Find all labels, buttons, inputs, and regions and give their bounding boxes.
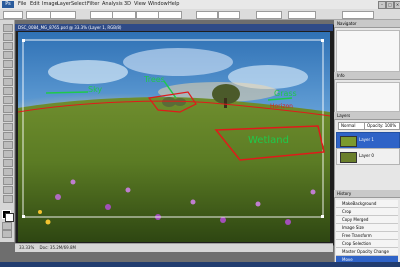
menu-3d[interactable]: 3D (124, 1, 131, 8)
tree (174, 98, 186, 106)
navigator-tab[interactable]: Navigator (334, 20, 400, 28)
document-tab[interactable]: DSC_0084_MG_8765.psd @ 33.3% (Layer 1, R… (15, 24, 333, 31)
history-item[interactable]: Master Opacity Change (336, 248, 398, 256)
option-field-6[interactable] (158, 11, 182, 19)
option-field-3[interactable] (90, 11, 114, 19)
layer-thumbnail (340, 136, 357, 147)
layer-name: Layer 0 (359, 153, 374, 158)
history-item[interactable]: Copy Merged (336, 216, 398, 224)
gradient-tool-icon[interactable] (3, 123, 13, 131)
annotation-line (45, 91, 89, 94)
crop-handle[interactable] (22, 39, 25, 42)
tree-trunk (224, 98, 227, 108)
close-button[interactable]: × (394, 1, 400, 9)
history-item[interactable]: Image Size (336, 224, 398, 232)
info-panel-body (336, 82, 400, 112)
layer-thumbnail (340, 152, 357, 163)
canvas[interactable]: Sky Trees Grass Horizon Wetland (18, 32, 330, 242)
menu-file[interactable]: File (18, 1, 26, 8)
crop-handle[interactable] (321, 39, 324, 42)
zoom-level[interactable]: 33.33% (15, 245, 34, 250)
option-field-7[interactable] (196, 11, 218, 19)
hand-tool-icon[interactable] (3, 186, 13, 194)
layer-name: Layer 1 (359, 137, 374, 142)
option-field-9[interactable] (256, 11, 282, 19)
document-size: Doc: 35.2M/69.8M (39, 245, 76, 250)
dodge-tool-icon[interactable] (3, 132, 13, 140)
history-tab[interactable]: History (334, 190, 400, 198)
lasso-tool-icon[interactable] (3, 42, 13, 50)
menu-view[interactable]: View (134, 1, 146, 8)
workspace-switcher[interactable] (342, 11, 374, 19)
option-field-8[interactable] (218, 11, 240, 19)
clone-stamp-tool-icon[interactable] (3, 96, 13, 104)
history-item[interactable]: Crop Selection (336, 240, 398, 248)
menu-help[interactable]: Help (168, 1, 179, 8)
history-item[interactable]: Free Transform (336, 232, 398, 240)
minimize-button[interactable]: – (378, 1, 386, 9)
annotation-grass: Grass (274, 89, 297, 98)
cloud (123, 48, 233, 76)
photoshop-logo: Ps (2, 1, 14, 8)
ground (18, 97, 330, 242)
move-tool-icon[interactable] (3, 24, 13, 32)
maximize-button[interactable]: □ (386, 1, 394, 9)
screen-mode-icon[interactable] (2, 230, 12, 238)
crop-handle[interactable] (321, 215, 324, 218)
pen-tool-icon[interactable] (3, 141, 13, 149)
option-field-1[interactable] (26, 11, 52, 19)
quick-mask-icon[interactable] (2, 222, 12, 230)
tools-panel (0, 20, 15, 242)
layer-row[interactable]: Layer 0 (336, 148, 400, 165)
option-field-4[interactable] (112, 11, 136, 19)
brush-tool-icon[interactable] (3, 87, 13, 95)
tree (162, 97, 176, 107)
zoom-tool-icon[interactable] (3, 195, 13, 203)
menu-analysis[interactable]: Analysis (102, 1, 123, 8)
crop-handle[interactable] (22, 215, 25, 218)
menu-edit[interactable]: Edit (30, 1, 40, 8)
quick-select-tool-icon[interactable] (3, 51, 13, 59)
status-bar: 33.33% Doc: 35.2M/69.8M (15, 243, 333, 252)
history-item[interactable]: MakeBackground (336, 200, 398, 208)
menu-image[interactable]: Image (42, 1, 58, 8)
document-title: DSC_0084_MG_8765.psd @ 33.3% (Layer 1, R… (18, 25, 122, 30)
annotation-wetland: Wetland (248, 135, 289, 146)
shape-tool-icon[interactable] (3, 168, 13, 176)
menu-layer[interactable]: Layer (57, 1, 71, 8)
blend-mode-select[interactable]: Normal (338, 122, 366, 130)
opacity-field[interactable]: Opacity: 100% (364, 122, 400, 130)
menu-filter[interactable]: Filter (87, 1, 99, 8)
background-color-swatch[interactable] (5, 213, 14, 222)
crop-tool-icon[interactable] (3, 60, 13, 68)
history-brush-tool-icon[interactable] (3, 105, 13, 113)
annotation-trees: Trees (143, 75, 165, 84)
menu-window[interactable]: Window (148, 1, 168, 8)
cloud (48, 60, 128, 84)
marquee-tool-icon[interactable] (3, 33, 13, 41)
navigator-preview (336, 30, 400, 72)
option-field-5[interactable] (136, 11, 160, 19)
type-tool-icon[interactable] (3, 150, 13, 158)
history-item[interactable]: Crop (336, 208, 398, 216)
menu-select[interactable]: Select (71, 1, 86, 8)
tool-preset-picker[interactable] (3, 11, 23, 19)
eyedropper-tool-icon[interactable] (3, 69, 13, 77)
layer-row[interactable]: Layer 1 (336, 132, 400, 149)
option-field-2[interactable] (50, 11, 76, 19)
3d-tool-icon[interactable] (3, 177, 13, 185)
info-tab[interactable]: Info (334, 72, 400, 80)
eraser-tool-icon[interactable] (3, 114, 13, 122)
heal-tool-icon[interactable] (3, 78, 13, 86)
options-bar (0, 9, 400, 20)
taskbar (0, 262, 400, 267)
option-field-10[interactable] (288, 11, 316, 19)
path-select-tool-icon[interactable] (3, 159, 13, 167)
layers-tab[interactable]: Layers (334, 112, 400, 120)
annotation-sky: Sky (88, 85, 102, 94)
